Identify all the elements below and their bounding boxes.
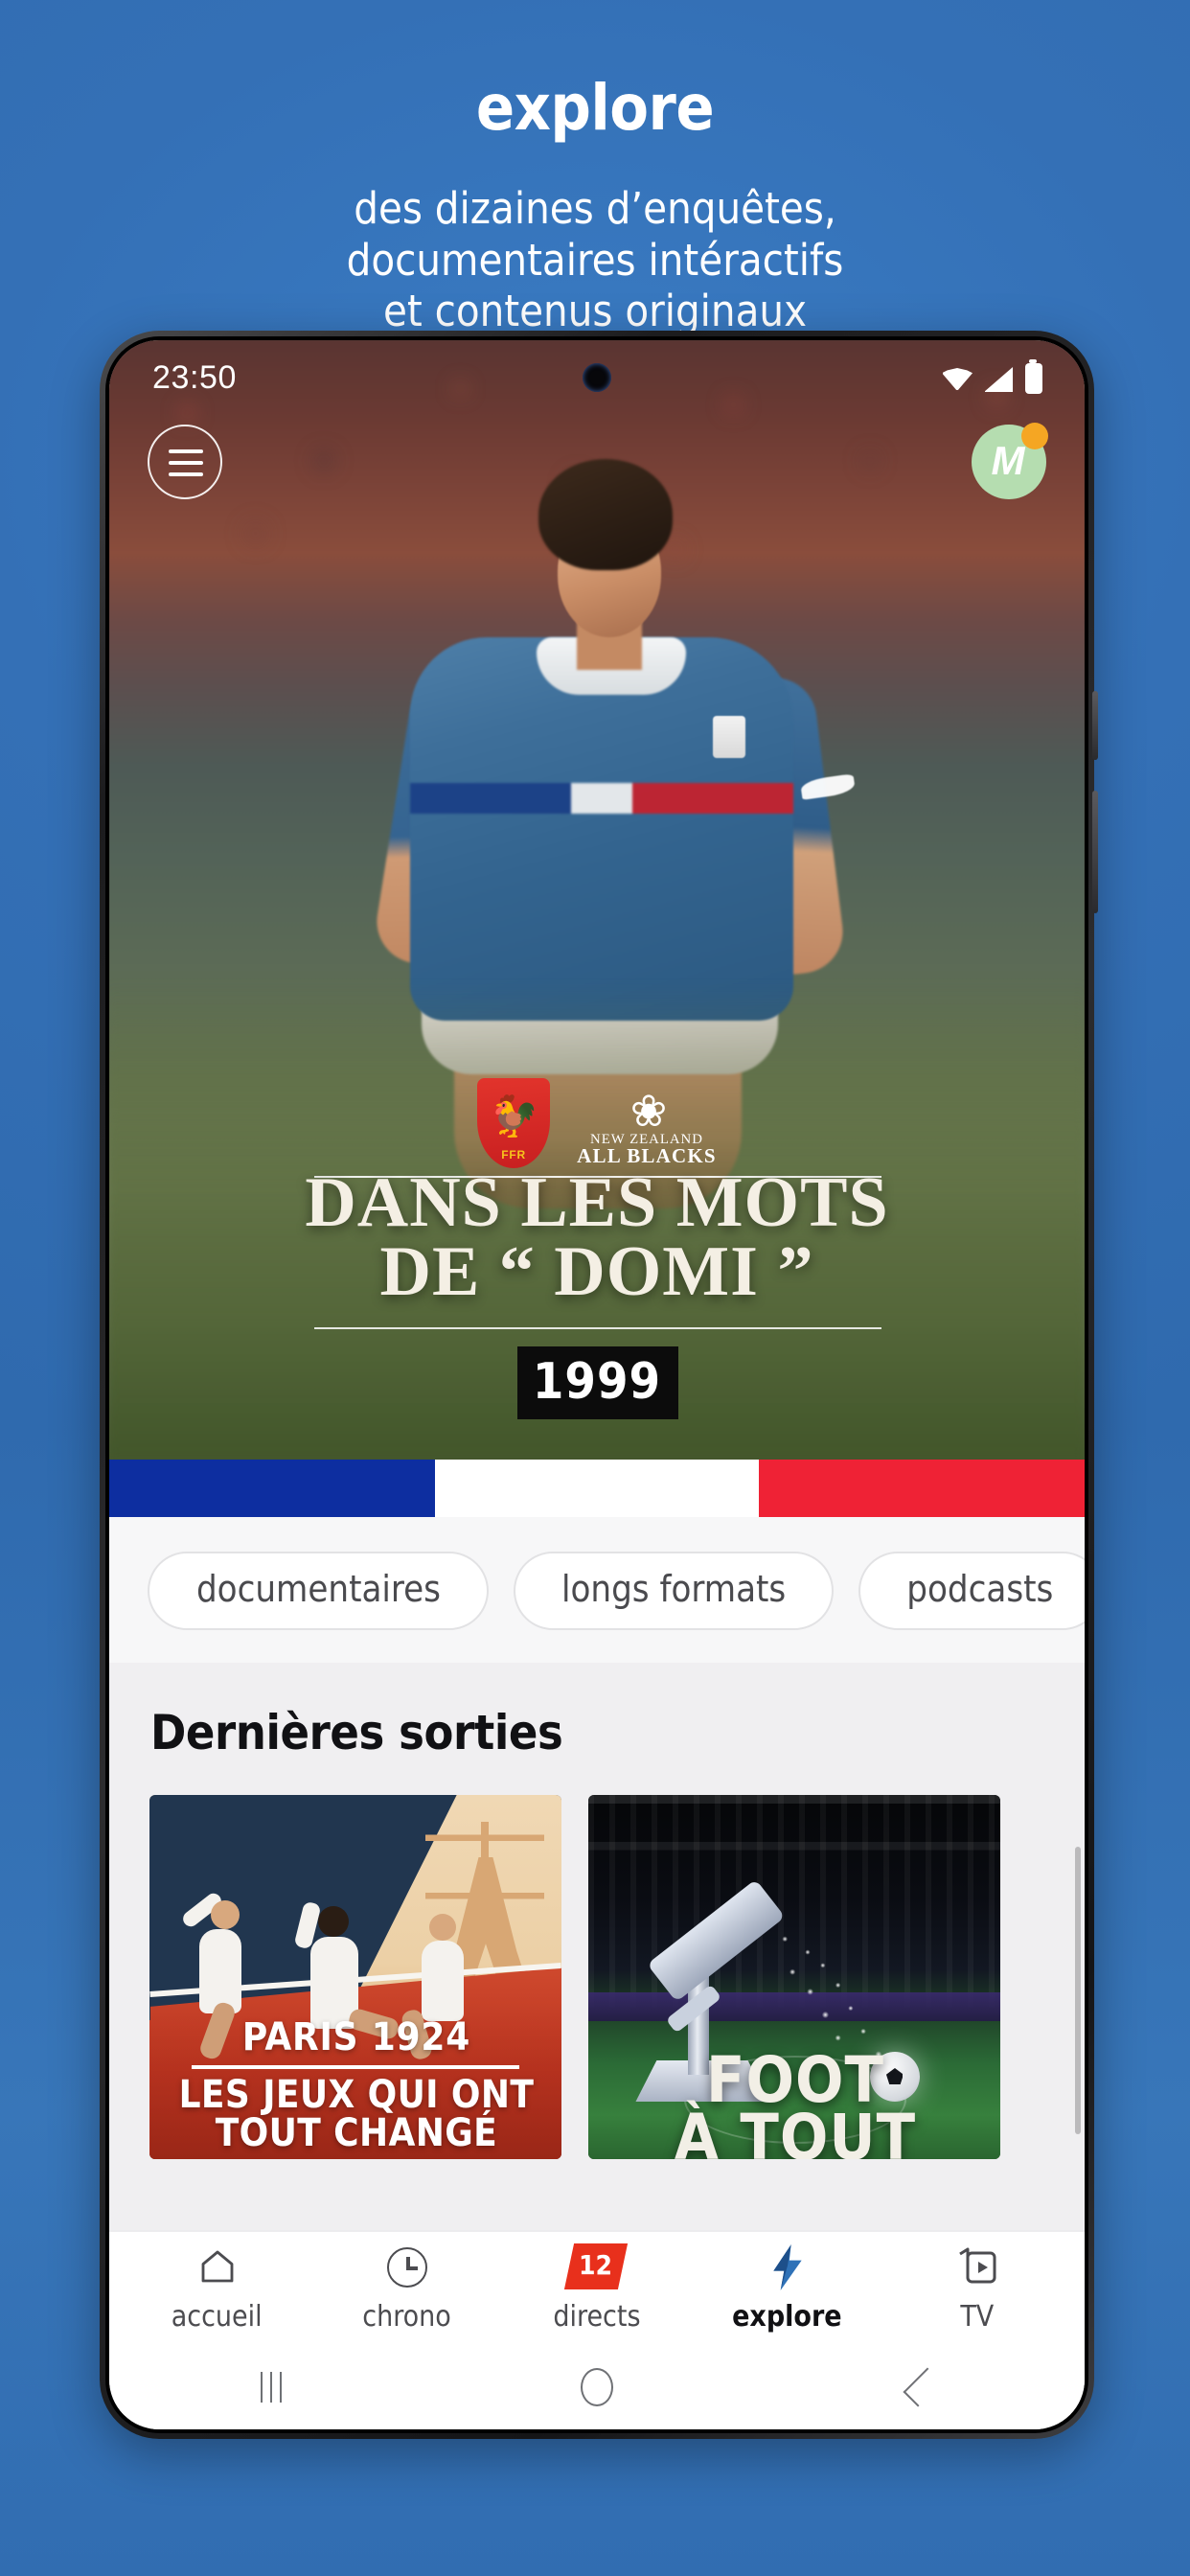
card-foot-a-tout-prix[interactable]: FOOT À TOUT [588,1795,1001,2160]
nav-label-chrono: chrono [362,2298,451,2334]
page-title: explore [475,71,715,145]
promo-subtitle-line-2: documentaires intéractifs [346,234,844,286]
phone-mockup: 🐓 FFR ❀ NEW ZEALAND ALL BLACKS DANS LES … [100,331,1097,2439]
flag-white [434,1460,760,1518]
chip-documentaires[interactable]: documentaires [148,1551,489,1630]
home-icon [196,2242,237,2290]
promo-subtitle-line-3: et contenus originaux [382,286,808,337]
phone-screen: 🐓 FFR ❀ NEW ZEALAND ALL BLACKS DANS LES … [109,340,1085,2429]
android-navigation-bar [109,2344,1085,2429]
status-bar-time: 23:50 [151,359,238,397]
hero-crest-row: 🐓 FFR ❀ NEW ZEALAND ALL BLACKS [110,1078,1084,1169]
silver-fern-icon: ❀ [629,1085,668,1136]
promo-subtitle: des dizaines d’enquêtes, documentaires i… [0,183,1190,337]
bottom-navigation-bar: accueil chrono 12 directs explore TV [109,2229,1085,2345]
nav-item-tv[interactable]: TV [906,2242,1048,2333]
clock-icon [386,2242,427,2290]
hero-title-line-1: DANS LES MOTS [305,1163,889,1243]
hero-year-badge: 1999 [516,1346,677,1420]
card-paris-1924-line-3: TOUT CHANGÉ [215,2109,498,2156]
card-paris-1924-caption: PARIS 1924 LES JEUX QUI ONT TOUT CHANGÉ [150,2012,562,2152]
all-blacks-crest: ❀ NEW ZEALAND ALL BLACKS [577,1085,717,1169]
nav-label-explore: explore [732,2298,842,2334]
status-bar-icons [942,359,1042,395]
nav-label-directs: directs [553,2298,641,2334]
content-area: Dernières sorties PARIS 1924 LES JEUX QU… [109,1663,1085,2230]
chip-longs-formats[interactable]: longs formats [514,1551,835,1630]
category-chips[interactable]: documentaires longs formats podcasts [109,1517,1085,1664]
nav-item-directs[interactable]: 12 directs [526,2242,668,2333]
battery-icon [1024,359,1042,395]
nav-label-accueil: accueil [171,2298,263,2334]
hero-title-line-2: DE “ DOMI ” [379,1232,814,1312]
cellular-signal-icon [984,366,1014,392]
wifi-icon [942,367,973,391]
vertical-scrollbar[interactable] [1074,1847,1081,2135]
card-paris-1924-line-1: PARIS 1924 [241,2012,471,2059]
phone-bezel: 🐓 FFR ❀ NEW ZEALAND ALL BLACKS DANS LES … [105,336,1088,2433]
flag-red [759,1460,1085,1518]
hamburger-menu-icon[interactable] [148,425,223,500]
promo-subtitle-line-1: des dizaines d’enquêtes, [354,183,836,234]
nav-item-explore[interactable]: explore [716,2242,858,2333]
tv-icon [954,2242,1000,2290]
hero-banner[interactable]: 🐓 FFR ❀ NEW ZEALAND ALL BLACKS DANS LES … [109,340,1085,1460]
hero-title: DANS LES MOTS DE “ DOMI ” [110,1163,1084,1312]
card-foot-caption: FOOT À TOUT [589,2047,1001,2160]
rooster-icon: 🐓 [489,1095,539,1140]
hero-divider-bottom [313,1327,881,1330]
phone-power-button [1091,791,1097,913]
card-foot-line-2: À TOUT [674,2100,917,2160]
bolt-icon [766,2242,808,2290]
flag-blue [109,1460,435,1518]
card-paris-1924[interactable]: PARIS 1924 LES JEUX QUI ONT TOUT CHANGÉ [149,1795,562,2160]
section-title: Dernières sorties [149,1705,563,1761]
chip-podcasts[interactable]: podcasts [858,1551,1085,1630]
french-flag-strip [109,1460,1085,1518]
app-header: M [110,423,1084,500]
back-icon[interactable] [904,2366,944,2406]
profile-avatar-button[interactable]: M [971,423,1048,500]
home-icon[interactable] [581,2367,614,2406]
phone-volume-button [1091,691,1097,760]
card-paris-1924-line-2: LES JEUX QUI ONT [178,2070,535,2117]
promo-header: explore des dizaines d’enquêtes, documen… [0,0,1190,337]
ffr-crest-icon: 🐓 FFR [477,1078,551,1169]
live-icon: 12 [564,2242,629,2290]
ffr-crest-label: FFR [501,1151,527,1163]
nav-item-chrono[interactable]: chrono [336,2242,478,2333]
directs-badge-count: 12 [580,2251,614,2283]
recents-icon[interactable] [260,2371,283,2403]
all-blacks-line-1: NEW ZEALAND [590,1130,703,1148]
nav-item-accueil[interactable]: accueil [146,2242,287,2333]
nav-label-tv: TV [960,2298,995,2334]
card-carousel[interactable]: PARIS 1924 LES JEUX QUI ONT TOUT CHANGÉ [110,1761,1084,2160]
phone-frame: 🐓 FFR ❀ NEW ZEALAND ALL BLACKS DANS LES … [100,331,1097,2439]
